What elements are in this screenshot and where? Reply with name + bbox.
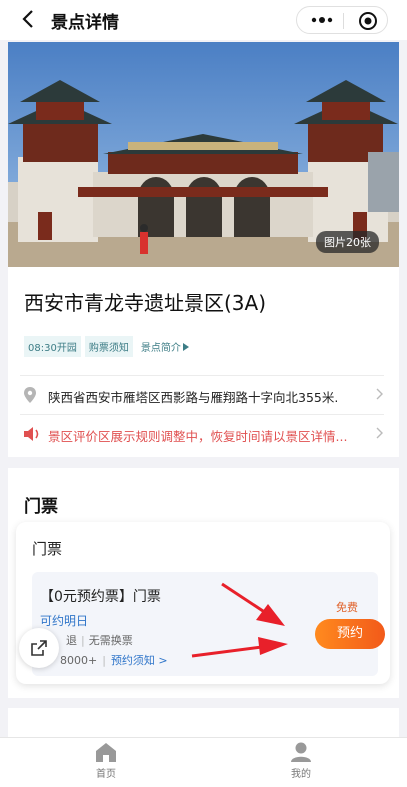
- share-icon: [31, 640, 47, 656]
- back-arrow-icon[interactable]: [18, 8, 40, 30]
- ticket-price: 免费: [336, 601, 358, 614]
- ticket-item[interactable]: 【0元预约票】门票 可约明日 退 | 无需换票 8000+ | 预约须知 > 免费 预约: [32, 572, 385, 676]
- notice-text: 景区评价区展示规则调整中，恢复时间请以景区详情...: [48, 429, 348, 444]
- sales-divider: |: [102, 654, 106, 667]
- ticket-section: 门票 门票 【0元预约票】门票 可约明日 退 | 无需换票 8000+ | 预约须知 >…: [8, 468, 399, 698]
- spot-info-panel: 西安市青龙寺遗址景区(3A) 08:30开园 购票须知 景点简介 陕西省西安市雁塔区…: [8, 267, 399, 457]
- purchase-notes-tag[interactable]: 购票须知: [84, 336, 133, 357]
- booking-notes-link[interactable]: 预约须知 >: [111, 654, 168, 667]
- ticket-card: 门票 【0元预约票】门票 可约明日 退 | 无需换票 8000+ | 预约须知 > 免费…: [16, 522, 390, 684]
- address-text: 陕西省西安市雁塔区西影路与雁翔路十字向北355米.: [48, 390, 339, 405]
- tab-mine[interactable]: 我的: [261, 738, 341, 780]
- target-circle-icon[interactable]: [358, 11, 378, 31]
- opening-time-tag: 08:30开园: [24, 336, 81, 357]
- refund-policy: 退: [66, 634, 77, 647]
- user-icon: [291, 742, 311, 762]
- next-section-peek: [8, 708, 399, 738]
- book-button[interactable]: 预约: [315, 619, 385, 649]
- ticket-sales: 8000+ | 预约须知 >: [40, 652, 168, 668]
- location-pin-icon: [24, 387, 36, 403]
- notice-row[interactable]: 景区评价区展示规则调整中，恢复时间请以景区详情...: [20, 415, 384, 453]
- sales-count: 8000+: [60, 654, 98, 667]
- ticket-card-title: 门票: [32, 540, 63, 558]
- chevron-right-icon: [376, 388, 383, 400]
- mini-program-capsule: [296, 6, 388, 34]
- page-title: 景点详情: [51, 13, 119, 33]
- intro-link-label: 景点简介: [140, 343, 181, 354]
- share-button[interactable]: [19, 628, 59, 668]
- photo-count-badge[interactable]: 图片20张: [316, 231, 379, 253]
- policy-divider: |: [81, 634, 85, 647]
- navigation-bar: 景点详情: [0, 0, 407, 40]
- ticket-name: 【0元预约票】门票: [40, 589, 161, 605]
- tab-home[interactable]: 首页: [66, 738, 146, 780]
- home-icon: [96, 743, 116, 762]
- availability-text: 可约明日: [40, 614, 89, 628]
- tab-mine-label: 我的: [291, 769, 311, 780]
- intro-link[interactable]: 景点简介: [137, 336, 193, 357]
- tab-bar: 首页 我的: [0, 737, 407, 787]
- tab-home-label: 首页: [96, 769, 116, 780]
- chevron-right-icon: [376, 427, 383, 439]
- spot-name: 西安市青龙寺遗址景区(3A): [24, 291, 267, 315]
- more-dots-icon[interactable]: [311, 12, 333, 28]
- spot-tags: 08:30开园 购票须知 景点简介: [24, 336, 197, 357]
- speaker-icon: [24, 427, 39, 441]
- triangle-right-icon: [182, 343, 189, 351]
- address-row[interactable]: 陕西省西安市雁塔区西影路与雁翔路十字向北355米.: [20, 375, 384, 415]
- capsule-divider: [343, 13, 344, 29]
- exchange-policy: 无需换票: [88, 634, 133, 647]
- ticket-section-title: 门票: [24, 497, 58, 517]
